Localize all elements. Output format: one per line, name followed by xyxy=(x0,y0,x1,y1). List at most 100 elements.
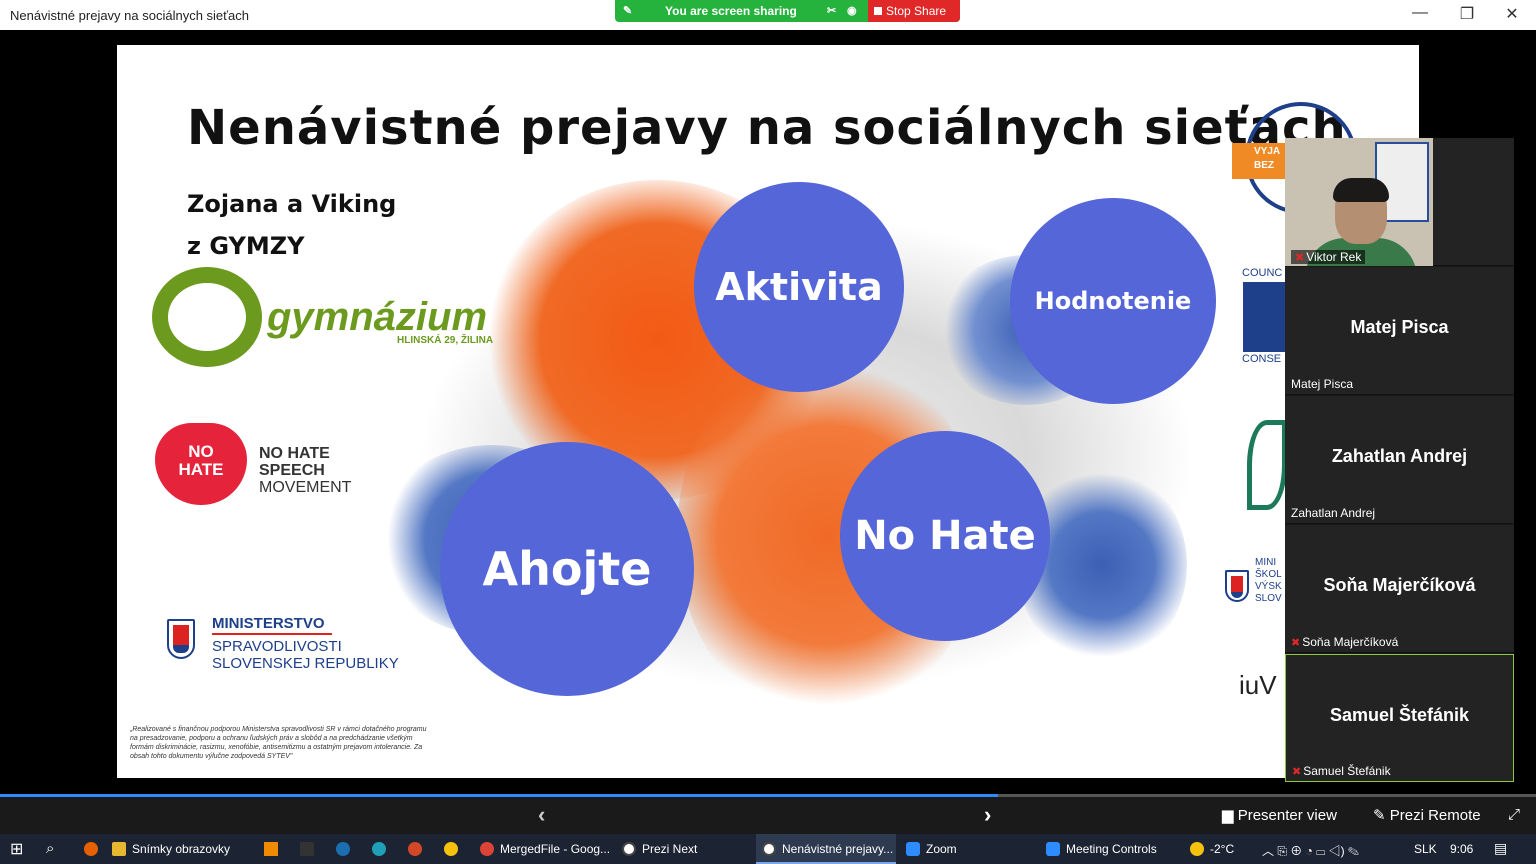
participant-name: Soňa Majerčíková xyxy=(1323,575,1476,595)
ministry-education-text: MINI ŠKOL VÝSK SLOV xyxy=(1255,557,1282,605)
participant-tile[interactable]: ✖ Viktor Rek xyxy=(1285,138,1514,266)
zoom-controls-bar: ‹ › ▆ Presenter view ✎ Prezi Remote ⤢ xyxy=(0,794,1536,834)
language-indicator[interactable]: SLK xyxy=(1414,834,1437,864)
stop-share-button[interactable]: Stop Share xyxy=(868,0,960,22)
taskbar-item-prezi-next[interactable]: Prezi Next xyxy=(616,834,752,864)
right-logo-text-7: VÝSK xyxy=(1255,581,1282,592)
clock[interactable]: 9:06 xyxy=(1450,834,1473,864)
prezi-remote-label: Prezi Remote xyxy=(1389,807,1481,824)
gymnazium-logo-text: gymnázium xyxy=(267,295,488,339)
notification-icon[interactable]: ▤ xyxy=(1494,834,1507,864)
weather-temperature: -2°C xyxy=(1210,842,1235,856)
taskbar-item-label: Meeting Controls xyxy=(1066,842,1157,856)
powerpoint-icon[interactable] xyxy=(408,834,428,864)
gymnazium-address: HLINSKÁ 29, ŽILINA xyxy=(397,335,494,346)
no-hate-text-line-3: MOVEMENT xyxy=(259,479,352,496)
ministry-line-3: SLOVENSKEJ REPUBLIKY xyxy=(212,655,399,672)
mic-icon[interactable]: ✂ xyxy=(827,4,836,17)
vlc-icon[interactable] xyxy=(264,834,284,864)
participants-panel: ✖ Viktor Rek Matej Pisca Matej Pisca Zaha… xyxy=(1285,138,1514,782)
taskbar-item-meeting-controls[interactable]: Meeting Controls xyxy=(1040,834,1180,864)
system-tray-icons[interactable]: ︿ ⎘ ⊕ ◔ ▭ ◁) ✎ xyxy=(1262,834,1359,864)
taskbar-item-screenshots[interactable]: Snímky obrazovky xyxy=(112,834,248,864)
no-hate-text-line-2: SPEECH xyxy=(259,462,325,479)
slide-progress-bar xyxy=(0,794,1536,797)
epic-games-icon[interactable] xyxy=(300,834,320,864)
slide-subtitle-1: Zojana a Viking xyxy=(187,190,397,218)
participant-name: Samuel Štefánik xyxy=(1329,705,1470,725)
participant-tile-active[interactable]: Samuel Štefánik ✖ Samuel Štefánik xyxy=(1285,654,1514,782)
participant-tile[interactable]: Zahatlan Andrej Zahatlan Andrej xyxy=(1285,396,1514,524)
participant-label-text: Samuel Štefánik xyxy=(1303,764,1391,778)
mic-muted-icon: ✖ xyxy=(1291,637,1301,649)
fullscreen-icon[interactable]: ⤢ xyxy=(1508,806,1520,823)
remote-icon: ✎ xyxy=(1373,807,1386,824)
circle-ahojte[interactable]: Ahojte xyxy=(440,442,694,696)
edge-icon[interactable] xyxy=(372,834,392,864)
ministry-logo-text: MINISTERSTVO SPRAVODLIVOSTI SLOVENSKEJ R… xyxy=(212,615,399,672)
taskbar-item-label: MergedFile - Goog... xyxy=(500,842,611,856)
participant-label-text: Viktor Rek xyxy=(1306,250,1362,264)
no-hate-heart-icon: NO HATE xyxy=(155,423,247,505)
right-logo-text-6: ŠKOL xyxy=(1255,569,1282,580)
no-hate-text-line-1: NO HATE xyxy=(259,445,330,462)
participant-tile[interactable]: Matej Pisca Matej Pisca xyxy=(1285,267,1514,395)
participant-label: Matej Pisca xyxy=(1291,377,1354,391)
ministry-line-1: MINISTERSTVO xyxy=(212,615,325,632)
taskbar-item-label: Zoom xyxy=(926,842,957,856)
participant-name: Zahatlan Andrej xyxy=(1331,446,1468,466)
circle-aktivita[interactable]: Aktivita xyxy=(694,182,904,392)
weather-widget[interactable]: -2°C xyxy=(1190,834,1234,864)
share-icon: ✎ xyxy=(623,5,633,17)
restore-button[interactable]: ❐ xyxy=(1452,4,1482,24)
slide-subtitle-2: z GYMZY xyxy=(187,232,305,260)
taskbar-item-zoom[interactable]: Zoom xyxy=(900,834,1036,864)
circle-hodnotenie[interactable]: Hodnotenie xyxy=(1010,198,1216,404)
slide-progress-fill xyxy=(0,794,999,797)
participant-label-text: Soňa Majerčíková xyxy=(1302,635,1399,649)
taskbar-item-mergedfile[interactable]: MergedFile - Goog... xyxy=(474,834,610,864)
windows-start-icon[interactable]: ⊞ xyxy=(10,834,23,864)
participant-label: ✖ Viktor Rek xyxy=(1291,250,1366,264)
presenter-view-label: Presenter view xyxy=(1237,807,1337,824)
firefox-icon[interactable] xyxy=(84,834,104,864)
presenter-view-icon: ▆ xyxy=(1222,807,1234,824)
no-hate-badge-line-2: HATE xyxy=(178,460,224,479)
window-title: Nenávistné prejavy na sociálnych sieťach xyxy=(10,8,250,23)
prev-slide-button[interactable]: ‹ xyxy=(538,802,545,828)
steam-icon[interactable] xyxy=(336,834,356,864)
prezi-remote-button[interactable]: ✎ Prezi Remote xyxy=(1373,806,1481,824)
taskbar-item-label: Nenávistné prejavy... xyxy=(782,842,894,856)
circle-no-hate[interactable]: No Hate xyxy=(840,431,1050,641)
close-button[interactable]: ✕ xyxy=(1497,4,1527,24)
shield-check-icon[interactable]: ◉ xyxy=(847,4,857,17)
share-message: You are screen sharing xyxy=(665,4,797,18)
ministry-education-coat-icon xyxy=(1225,570,1249,602)
presenter-view-button[interactable]: ▆ Presenter view xyxy=(1222,806,1337,824)
search-icon[interactable]: ⌕ xyxy=(46,834,54,864)
slide-title: Nenávistné prejavy na sociálnych sieťach xyxy=(187,100,1347,156)
right-logo-text-5: MINI xyxy=(1255,557,1277,568)
gymnazium-logo-icon xyxy=(152,267,262,367)
participant-name: Matej Pisca xyxy=(1350,317,1449,337)
windows-taskbar: ⊞ ⌕ Snímky obrazovky MergedFile - Goog..… xyxy=(0,834,1536,864)
council-europe-flag-icon xyxy=(1243,282,1287,352)
slovak-coat-of-arms-icon xyxy=(167,619,195,659)
minimize-button[interactable]: — xyxy=(1405,4,1435,22)
right-logo-text-8: SLOV xyxy=(1255,593,1282,604)
funding-disclaimer: „Realizované s finančnou podporou Minist… xyxy=(130,726,427,760)
stop-share-label: Stop Share xyxy=(886,4,947,18)
participant-label: Zahatlan Andrej xyxy=(1291,506,1376,520)
next-slide-button[interactable]: › xyxy=(984,802,991,828)
vyjadri-sa-banner: VYJA BEZ xyxy=(1232,143,1292,179)
council-europe-text: COUNC xyxy=(1242,267,1283,279)
participant-label: ✖ Samuel Štefánik xyxy=(1292,764,1391,778)
mic-muted-icon: ✖ xyxy=(1292,766,1302,778)
mic-muted-icon: ✖ xyxy=(1295,252,1305,264)
taskbar-item-nenavistne[interactable]: Nenávistné prejavy... xyxy=(756,834,896,864)
chrome-icon[interactable] xyxy=(444,834,464,864)
participant-tile[interactable]: Soňa Majerčíková ✖ Soňa Majerčíková xyxy=(1285,525,1514,653)
stop-icon xyxy=(874,7,882,15)
no-hate-movement-text: NO HATE SPEECH MOVEMENT xyxy=(259,445,351,496)
iuventa-logo-text: iuV xyxy=(1239,670,1277,700)
